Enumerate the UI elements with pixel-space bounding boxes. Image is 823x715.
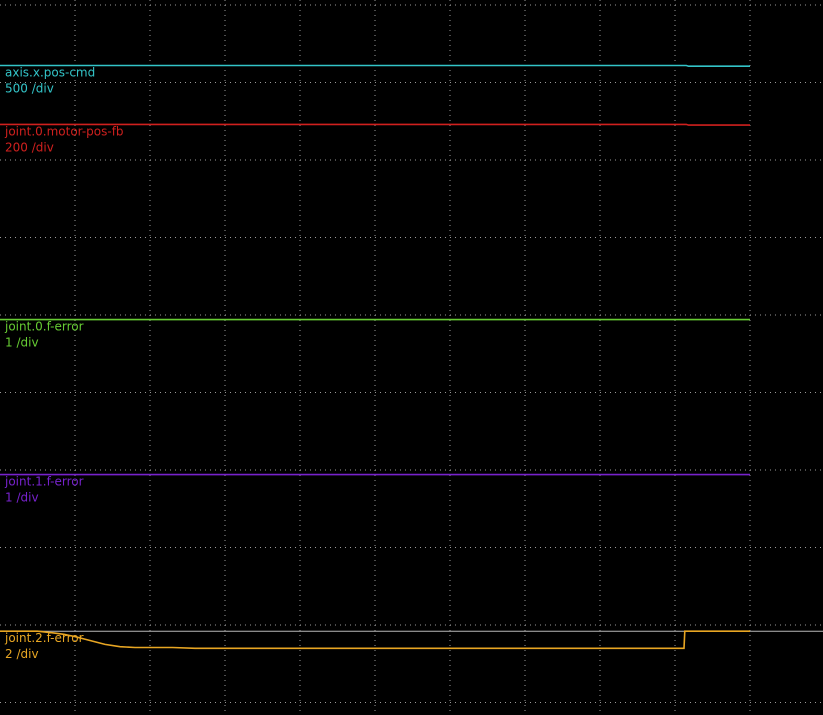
trace-name-label: joint.2.f-error — [4, 631, 84, 645]
trace-name-label: joint.1.f-error — [4, 475, 84, 489]
trace-scale-label: 200 /div — [5, 140, 54, 154]
trace-axis-x-pos-cmd — [0, 64, 750, 67]
trace-scale-label: 1 /div — [5, 491, 39, 505]
trace-name-label: axis.x.pos-cmd — [5, 65, 95, 79]
trace-scale-label: 2 /div — [5, 647, 39, 661]
scope-plot: axis.x.pos-cmd 500 /div joint.0.motor-pos-… — [0, 0, 823, 715]
plot-background — [0, 0, 823, 715]
trace-name-label: joint.0.motor-pos-fb — [4, 124, 124, 138]
trace-scale-label: 500 /div — [5, 81, 54, 95]
trace-scale-label: 1 /div — [5, 336, 39, 350]
trace-name-label: joint.0.f-error — [4, 320, 84, 334]
